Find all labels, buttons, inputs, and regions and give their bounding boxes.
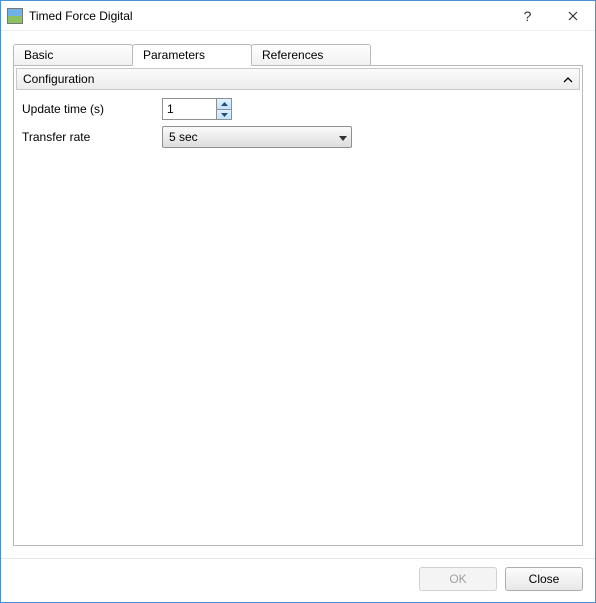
- spinner-down-button[interactable]: [217, 109, 231, 119]
- tab-page-parameters: Configuration Update time (s): [13, 65, 583, 546]
- row-transfer-rate: Transfer rate 5 sec: [22, 124, 574, 150]
- update-time-spinner: [162, 98, 232, 120]
- chevron-up-icon: [563, 72, 573, 86]
- tab-parameters[interactable]: Parameters: [132, 44, 252, 66]
- window-title: Timed Force Digital: [29, 9, 133, 23]
- tab-label: References: [262, 48, 323, 62]
- dropdown-arrow-icon: [339, 130, 347, 144]
- transfer-rate-select[interactable]: 5 sec: [162, 126, 352, 148]
- update-time-input[interactable]: [162, 98, 216, 120]
- caret-up-icon: [221, 102, 228, 106]
- close-window-button[interactable]: [550, 1, 595, 30]
- dialog-window: Timed Force Digital ? Basic Parameters R…: [0, 0, 596, 603]
- configuration-group-body: Update time (s): [16, 90, 580, 152]
- close-button[interactable]: Close: [505, 567, 583, 591]
- tab-label: Basic: [24, 48, 53, 62]
- tab-strip: Basic Parameters References: [13, 43, 583, 65]
- button-label: OK: [449, 572, 466, 586]
- transfer-rate-value: 5 sec: [169, 130, 198, 144]
- caret-down-icon: [221, 113, 228, 117]
- configuration-group-header[interactable]: Configuration: [16, 68, 580, 90]
- transfer-rate-label: Transfer rate: [22, 130, 162, 144]
- button-label: Close: [529, 572, 560, 586]
- tab-basic[interactable]: Basic: [13, 44, 133, 66]
- group-title: Configuration: [23, 72, 94, 86]
- ok-button[interactable]: OK: [419, 567, 497, 591]
- dialog-footer: OK Close: [1, 558, 595, 602]
- dialog-body: Basic Parameters References Configuratio…: [1, 31, 595, 546]
- tab-label: Parameters: [143, 48, 205, 62]
- row-update-time: Update time (s): [22, 96, 574, 122]
- update-time-label: Update time (s): [22, 102, 162, 116]
- title-bar: Timed Force Digital ?: [1, 1, 595, 31]
- help-button[interactable]: ?: [505, 1, 550, 30]
- spinner-up-button[interactable]: [217, 99, 231, 109]
- close-icon: [568, 11, 578, 21]
- app-icon: [7, 8, 23, 24]
- tab-references[interactable]: References: [251, 44, 371, 66]
- spinner-buttons: [216, 98, 232, 120]
